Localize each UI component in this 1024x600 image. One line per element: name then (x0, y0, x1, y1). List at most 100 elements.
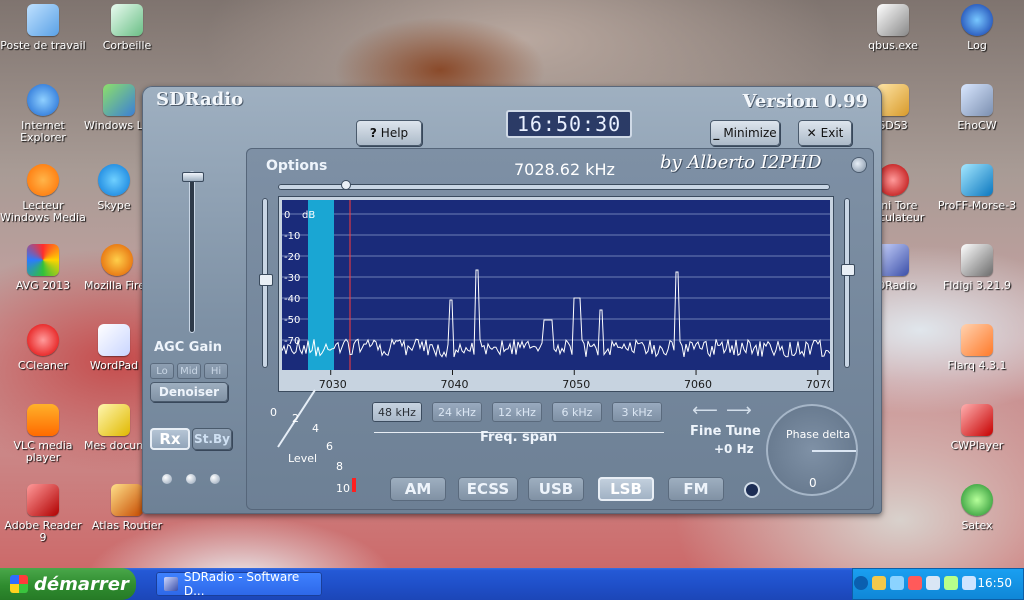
mode-am-button[interactable]: AM (390, 477, 446, 501)
tray-speaker-icon[interactable] (926, 576, 940, 590)
agc-lo-button[interactable]: Lo (150, 363, 174, 379)
tray-update-icon[interactable] (944, 576, 958, 590)
clock-display: 16:50:30 (506, 110, 632, 138)
freq-span-label: Freq. span (480, 430, 558, 445)
spectrum-right-thumb[interactable] (841, 264, 855, 276)
fine-tune-value: +0 Hz (714, 442, 754, 456)
tray-app-icon[interactable] (890, 576, 904, 590)
span-6khz-button[interactable]: 6 kHz (552, 402, 602, 422)
rx-button[interactable]: Rx (150, 428, 190, 450)
level-tick-6: 6 (326, 440, 333, 453)
spectrum-display[interactable]: 0 -10 -20 -30 -40 -50 -70 dB (282, 200, 830, 370)
desktop-icon-ccleaner[interactable]: CCleaner (0, 324, 86, 372)
span-3khz-button[interactable]: 3 kHz (612, 402, 662, 422)
start-button[interactable]: démarrer (0, 568, 136, 600)
desktop-icon-flarq[interactable]: Flarq 4.3.1 (934, 324, 1020, 372)
desktop-icon-skype[interactable]: Skype (84, 164, 144, 212)
fine-tune-arrows[interactable]: ⟵ ⟶ (692, 400, 758, 421)
phase-delta-label: Phase delta (786, 428, 851, 441)
desktop: Poste de travail Corbeille Internet Expl… (0, 0, 1024, 568)
desktop-icon-adobe-reader[interactable]: Adobe Reader 9 (0, 484, 86, 544)
close-icon: ✕ (806, 126, 817, 140)
mode-usb-button[interactable]: USB (528, 477, 584, 501)
proff-morse-icon (961, 164, 993, 196)
firefox-icon (101, 244, 133, 276)
tray-network-icon[interactable] (872, 576, 886, 590)
desktop-icon-wordpad[interactable]: WordPad (84, 324, 144, 372)
desktop-icon-vlc[interactable]: VLC media player (0, 404, 86, 464)
span-48khz-button[interactable]: 48 kHz (372, 402, 422, 422)
desktop-icon-cwplayer[interactable]: CWPlayer (934, 404, 1020, 452)
span-12khz-button[interactable]: 12 kHz (492, 402, 542, 422)
level-label: Level (288, 452, 318, 465)
desktop-icon-satex[interactable]: Satex (934, 484, 1020, 532)
desktop-icon-label: Skype (97, 199, 131, 212)
agc-slider[interactable] (182, 172, 204, 332)
minimize-button[interactable]: _ Minimize (710, 120, 780, 146)
desktop-icon-fldigi[interactable]: Fldigi 3.21.9 (934, 244, 1020, 292)
spectrum-left-slider[interactable] (259, 198, 273, 368)
led-icon (210, 474, 220, 484)
desktop-icon-label: Flarq 4.3.1 (947, 359, 1007, 372)
waterfall-position-thumb[interactable] (342, 181, 350, 189)
desktop-icon-internet-explorer[interactable]: Internet Explorer (0, 84, 86, 144)
desktop-icon-proff-morse[interactable]: ProFF-Morse-3 (934, 164, 1020, 212)
exit-button[interactable]: ✕ Exit (798, 120, 852, 146)
x-tick-label: 7030 (319, 378, 347, 391)
x-tick-label: 7040 (440, 378, 468, 391)
desktop-icon-label: CCleaner (17, 359, 69, 372)
desktop-icon-mes-documents[interactable]: Mes documents (84, 404, 144, 452)
minimize-button-label: Minimize (723, 126, 777, 140)
arrow-left-icon[interactable]: ⟵ (692, 400, 718, 421)
help-button-label: Help (380, 126, 409, 140)
desktop-icon-avg[interactable]: AVG 2013 (0, 244, 86, 292)
desktop-icon-firefox[interactable]: Mozilla Firefox (84, 244, 150, 292)
spectrum-right-slider[interactable] (841, 198, 855, 368)
desktop-icon-label: Atlas Routier (91, 519, 163, 532)
level-tick-0: 0 (270, 406, 277, 419)
tray-display-icon[interactable] (962, 576, 976, 590)
options-label[interactable]: Options (266, 158, 327, 174)
desktop-icon-log[interactable]: Log (934, 4, 1020, 52)
spectrum-left-thumb[interactable] (259, 274, 273, 286)
help-button[interactable]: ? Help (356, 120, 422, 146)
cwplayer-icon (961, 404, 993, 436)
desktop-icon-corbeille[interactable]: Corbeille (84, 4, 170, 52)
desktop-icon-poste-de-travail[interactable]: Poste de travail (0, 4, 86, 52)
led-icon (186, 474, 196, 484)
mode-ecss-button[interactable]: ECSS (458, 477, 518, 501)
tray-security-icon[interactable] (908, 576, 922, 590)
documents-folder-icon (98, 404, 130, 436)
settings-knob-icon[interactable] (852, 158, 866, 172)
sdradio-icon (164, 577, 178, 591)
power-icon[interactable] (746, 484, 758, 496)
desktop-icon-ehocw[interactable]: EhoCW (934, 84, 1020, 132)
sdradio-window: SDRadio Version 0.99 16:50:30 ? Help _ M… (142, 86, 882, 514)
taskbar-item-sdradio[interactable]: SDRadio - Software D... (156, 570, 322, 598)
x-axis: 7030 7040 7050 7060 7070 (319, 370, 830, 391)
mode-fm-button[interactable]: FM (668, 477, 724, 501)
arrow-right-icon[interactable]: ⟶ (726, 400, 752, 421)
agc-slider-thumb[interactable] (182, 172, 204, 182)
waterfall-position-slider[interactable] (278, 181, 830, 190)
satex-icon (961, 484, 993, 516)
exit-button-label: Exit (820, 126, 844, 140)
standby-button[interactable]: St.By (192, 428, 232, 450)
wordpad-icon (98, 324, 130, 356)
desktop-icon-windows-media[interactable]: Lecteur Windows Media (0, 164, 86, 224)
mode-lsb-button[interactable]: LSB (598, 477, 654, 501)
desktop-icon-label: Corbeille (102, 39, 152, 52)
desktop-icon-qbus[interactable]: qbus.exe (850, 4, 936, 52)
desktop-icon-label: Poste de travail (0, 39, 86, 52)
span-24khz-button[interactable]: 24 kHz (432, 402, 482, 422)
level-meter: 0 2 4 6 8 10 Level (262, 389, 372, 506)
internet-explorer-icon (27, 84, 59, 116)
tray-expand-icon[interactable] (854, 576, 868, 590)
y-tick-label: -40 (284, 294, 300, 305)
agc-gain-label: AGC Gain (154, 340, 222, 355)
agc-hi-button[interactable]: Hi (204, 363, 228, 379)
x-tick-label: 7060 (684, 378, 712, 391)
spectrum-passband (308, 200, 334, 370)
agc-mid-button[interactable]: Mid (177, 363, 201, 379)
denoiser-button[interactable]: Denoiser (150, 382, 228, 402)
